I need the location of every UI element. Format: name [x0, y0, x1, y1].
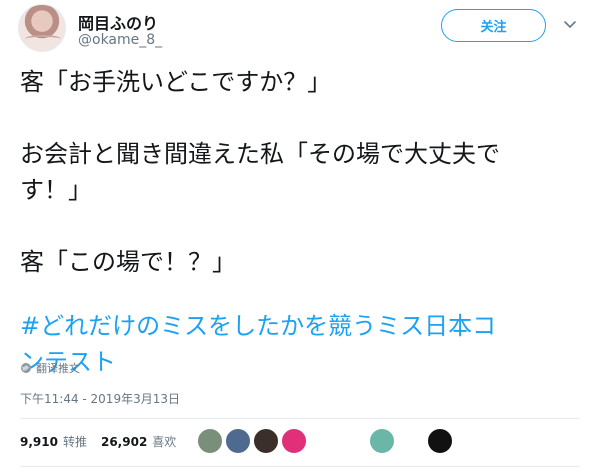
tweet-line: お会計と聞き間違えた私「その場で大丈夫で	[20, 140, 500, 168]
hashtag-line[interactable]: ンテスト	[20, 344, 580, 380]
likes-stat[interactable]: 26,902 喜欢	[101, 433, 176, 450]
user-avatar[interactable]	[18, 4, 66, 52]
retweets-label[interactable]: 转推	[63, 435, 87, 449]
likes-count[interactable]: 26,902	[101, 435, 147, 449]
hashtag-link[interactable]: #どれだけのミスをしたかを競うミス日本コ ンテスト	[20, 308, 580, 380]
liker-avatar[interactable]	[225, 428, 251, 454]
user-handle[interactable]: @okame_8_	[78, 32, 162, 48]
tweet-line: 客「お手洗いどこですか？」	[20, 68, 332, 96]
divider	[20, 466, 580, 467]
liker-avatar[interactable]	[427, 428, 453, 454]
liker-avatar[interactable]	[281, 428, 307, 454]
chevron-down-icon[interactable]	[562, 16, 578, 32]
likes-label[interactable]: 喜欢	[152, 435, 176, 449]
tweet-stats: 9,910 转推 26,902 喜欢	[20, 433, 190, 450]
tweet-text: 客「お手洗いどこですか？」 お会計と聞き間違えた私「その場で大丈夫で す！」 客…	[20, 64, 580, 380]
retweets-count[interactable]: 9,910	[20, 435, 58, 449]
tweet-line: 客「この場で！？」	[20, 248, 236, 276]
translate-tweet-link[interactable]: 翻译推文	[20, 360, 80, 376]
display-name[interactable]: 岡目ふのり	[78, 10, 158, 34]
hashtag-line[interactable]: #どれだけのミスをしたかを競うミス日本コ	[20, 308, 580, 344]
divider	[20, 418, 580, 419]
tweet-header: 岡目ふのり @okame_8_ 关注	[0, 0, 593, 56]
retweets-stat[interactable]: 9,910 转推	[20, 433, 87, 450]
liker-avatar[interactable]	[197, 428, 223, 454]
globe-icon	[21, 363, 31, 373]
liker-avatar[interactable]	[253, 428, 279, 454]
tweet-timestamp[interactable]: 下午11:44 - 2019年3月13日	[20, 390, 180, 407]
translate-label[interactable]: 翻译推文	[36, 360, 80, 376]
tweet-line: す！」	[20, 176, 92, 204]
liker-avatar[interactable]	[369, 428, 395, 454]
avatar-scribble	[25, 35, 61, 43]
follow-button[interactable]: 关注	[441, 9, 546, 42]
